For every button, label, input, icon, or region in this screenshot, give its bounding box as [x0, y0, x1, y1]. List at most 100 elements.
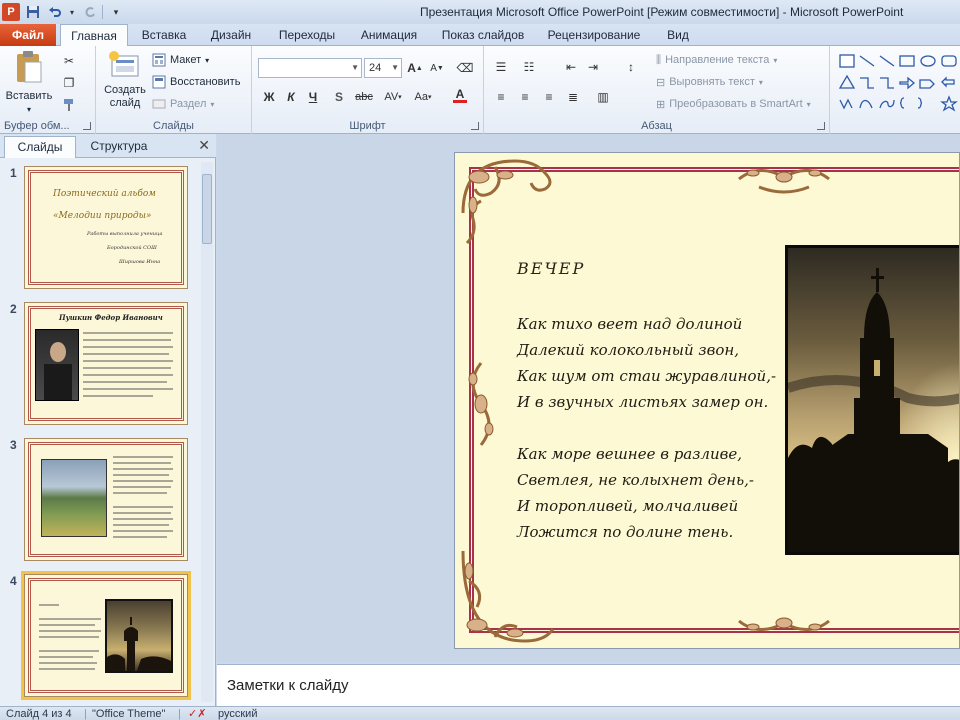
- align-center-icon[interactable]: ≡: [516, 88, 534, 106]
- shadow-button[interactable]: S: [330, 88, 348, 106]
- theme-name[interactable]: "Office Theme": [92, 707, 165, 720]
- slide-thumbnail-row[interactable]: 2 Пушкин Федор Иванович: [0, 302, 200, 426]
- layout-button[interactable]: Макет ▾: [152, 50, 209, 70]
- new-slide-label-1: Создать: [104, 84, 146, 96]
- poem-line: Ложится по долине тень.: [517, 523, 734, 541]
- spell-check-icon[interactable]: ✓✗: [188, 707, 206, 720]
- shrink-font-icon[interactable]: A ▼: [428, 59, 446, 77]
- thumb-1-line-5: Ширшова Инна: [119, 259, 161, 265]
- font-launcher-icon[interactable]: [471, 122, 479, 130]
- format-painter-icon[interactable]: [60, 96, 78, 114]
- slide-thumbnail-3[interactable]: [24, 438, 188, 561]
- tab-design[interactable]: Дизайн: [202, 24, 260, 46]
- font-size-combo[interactable]: 24 ▼: [364, 58, 402, 78]
- increase-indent-icon[interactable]: ⇥: [584, 58, 602, 76]
- section-button[interactable]: Раздел ▾: [152, 94, 214, 114]
- slide-counter: Слайд 4 из 4: [6, 708, 72, 720]
- italic-button[interactable]: К: [282, 88, 300, 106]
- convert-smartart-button[interactable]: ⊞ Преобразовать в SmartArt ▾: [656, 94, 811, 114]
- numbering-icon[interactable]: ☷: [520, 58, 538, 76]
- undo-dropdown-icon[interactable]: ▾: [68, 3, 76, 21]
- customize-qat-icon[interactable]: ▾: [107, 3, 125, 21]
- quick-access-toolbar: P ▾ ▾: [2, 2, 125, 22]
- slide-thumbnail-1[interactable]: Поэтический альбом «Мелодии природы» Раб…: [24, 166, 188, 289]
- clear-formatting-icon[interactable]: ⌫: [456, 59, 474, 77]
- section-label: Раздел: [170, 98, 207, 110]
- slide-thumbnail-4[interactable]: [21, 571, 191, 700]
- landscape-image: [41, 459, 107, 537]
- clipboard-group-label: Буфер обм...: [4, 120, 70, 132]
- align-text-icon: ⊟: [656, 76, 666, 89]
- align-left-icon[interactable]: ≡: [492, 88, 510, 106]
- tab-insert[interactable]: Вставка: [134, 24, 194, 46]
- new-slide-label-2: слайд: [109, 97, 141, 109]
- grow-font-icon[interactable]: A ▲: [406, 59, 424, 77]
- notes-pane[interactable]: Заметки к слайду: [217, 664, 960, 706]
- smartart-label: Преобразовать в SmartArt: [669, 98, 803, 110]
- title-bar: P ▾ ▾ Презентация Microsoft Office Power…: [0, 0, 960, 24]
- new-slide-icon: [109, 51, 139, 77]
- poem-title[interactable]: ВЕЧЕР: [517, 259, 585, 278]
- tab-home[interactable]: Главная: [60, 24, 128, 47]
- tab-transitions[interactable]: Переходы: [270, 24, 344, 46]
- close-panel-icon[interactable]: ✕: [198, 137, 210, 154]
- new-slide-button[interactable]: Создать слайд: [100, 50, 150, 110]
- strikethrough-button[interactable]: abc: [352, 88, 376, 106]
- layout-icon: [152, 53, 166, 67]
- church-silhouette-photo[interactable]: [785, 245, 959, 555]
- redo-icon[interactable]: [80, 3, 98, 21]
- slide-editing-area: ВЕЧЕР Как тихо веет над долиной Далекий …: [217, 134, 960, 662]
- font-name-combo[interactable]: ▼: [258, 58, 362, 78]
- status-bar: Слайд 4 из 4 | "Office Theme" | ✓✗ русск…: [0, 706, 960, 720]
- font-size-value: 24: [369, 62, 382, 74]
- thumb-frame: [28, 170, 184, 285]
- paragraph-launcher-icon[interactable]: [817, 122, 825, 130]
- bold-button[interactable]: Ж: [260, 88, 278, 106]
- portrait-image: [35, 329, 79, 401]
- text-direction-button[interactable]: ⫼ Направление текста ▾: [656, 50, 777, 70]
- thumb-4-text-lines: [39, 604, 101, 670]
- justify-icon[interactable]: ≣: [564, 88, 582, 106]
- qat-separator: [102, 5, 103, 19]
- tab-slideshow[interactable]: Показ слайдов: [436, 24, 530, 46]
- thumb-1-line-3: Работы выполнила ученица: [87, 231, 163, 237]
- slides-panel-scrollbar[interactable]: [201, 162, 213, 702]
- undo-icon[interactable]: [46, 3, 64, 21]
- slide-thumbnail-row[interactable]: 4: [0, 571, 200, 700]
- change-case-button[interactable]: Aa ▾: [410, 88, 436, 106]
- slide-thumbnail-2[interactable]: Пушкин Федор Иванович: [24, 302, 188, 425]
- bullets-icon[interactable]: ☰: [492, 58, 510, 76]
- slide-thumbnail-row[interactable]: 3: [0, 438, 200, 562]
- slide-thumbnail-row[interactable]: 1 Поэтический альбом «Мелодии природы» Р…: [0, 166, 200, 290]
- underline-button[interactable]: Ч: [304, 88, 322, 106]
- save-icon[interactable]: [24, 3, 42, 21]
- current-slide[interactable]: ВЕЧЕР Как тихо веет над долиной Далекий …: [454, 152, 960, 649]
- reset-button[interactable]: Восстановить: [152, 72, 240, 92]
- thumb-3-text-lines: [113, 456, 173, 538]
- poem-text[interactable]: Как тихо веет над долиной Далекий колоко…: [517, 311, 797, 545]
- tab-animations[interactable]: Анимация: [352, 24, 426, 46]
- ribbon-tab-row: Файл Главная Вставка Дизайн Переходы Ани…: [0, 24, 960, 47]
- thumb-2-text-lines: [83, 332, 173, 397]
- copy-icon[interactable]: ❐: [60, 74, 78, 92]
- columns-icon[interactable]: ▥: [594, 88, 612, 106]
- align-text-button[interactable]: ⊟ Выровнять текст ▾: [656, 72, 763, 92]
- paste-button[interactable]: Вставить ▾: [4, 50, 54, 116]
- powerpoint-app-icon[interactable]: P: [2, 3, 20, 21]
- language-indicator[interactable]: русский: [218, 707, 257, 720]
- tab-file[interactable]: Файл: [0, 24, 56, 46]
- tab-slides-panel[interactable]: Слайды: [4, 136, 76, 158]
- scrollbar-thumb[interactable]: [202, 174, 212, 244]
- cut-icon[interactable]: ✂: [60, 52, 78, 70]
- tab-review[interactable]: Рецензирование: [540, 24, 648, 46]
- clipboard-launcher-icon[interactable]: [83, 122, 91, 130]
- font-color-button[interactable]: A: [448, 86, 472, 104]
- decrease-indent-icon[interactable]: ⇤: [562, 58, 580, 76]
- align-right-icon[interactable]: ≡: [540, 88, 558, 106]
- tab-view[interactable]: Вид: [656, 24, 700, 46]
- tab-outline-panel[interactable]: Структура: [80, 136, 158, 158]
- character-spacing-button[interactable]: AV ▾: [380, 88, 406, 106]
- font-group: ▼ 24 ▼ A ▲ A ▼ ⌫ Ж К Ч S abc AV ▾ Aa ▾ A Шриф…: [252, 46, 484, 134]
- line-spacing-icon[interactable]: ↕: [622, 58, 640, 76]
- shapes-gallery[interactable]: [834, 46, 960, 134]
